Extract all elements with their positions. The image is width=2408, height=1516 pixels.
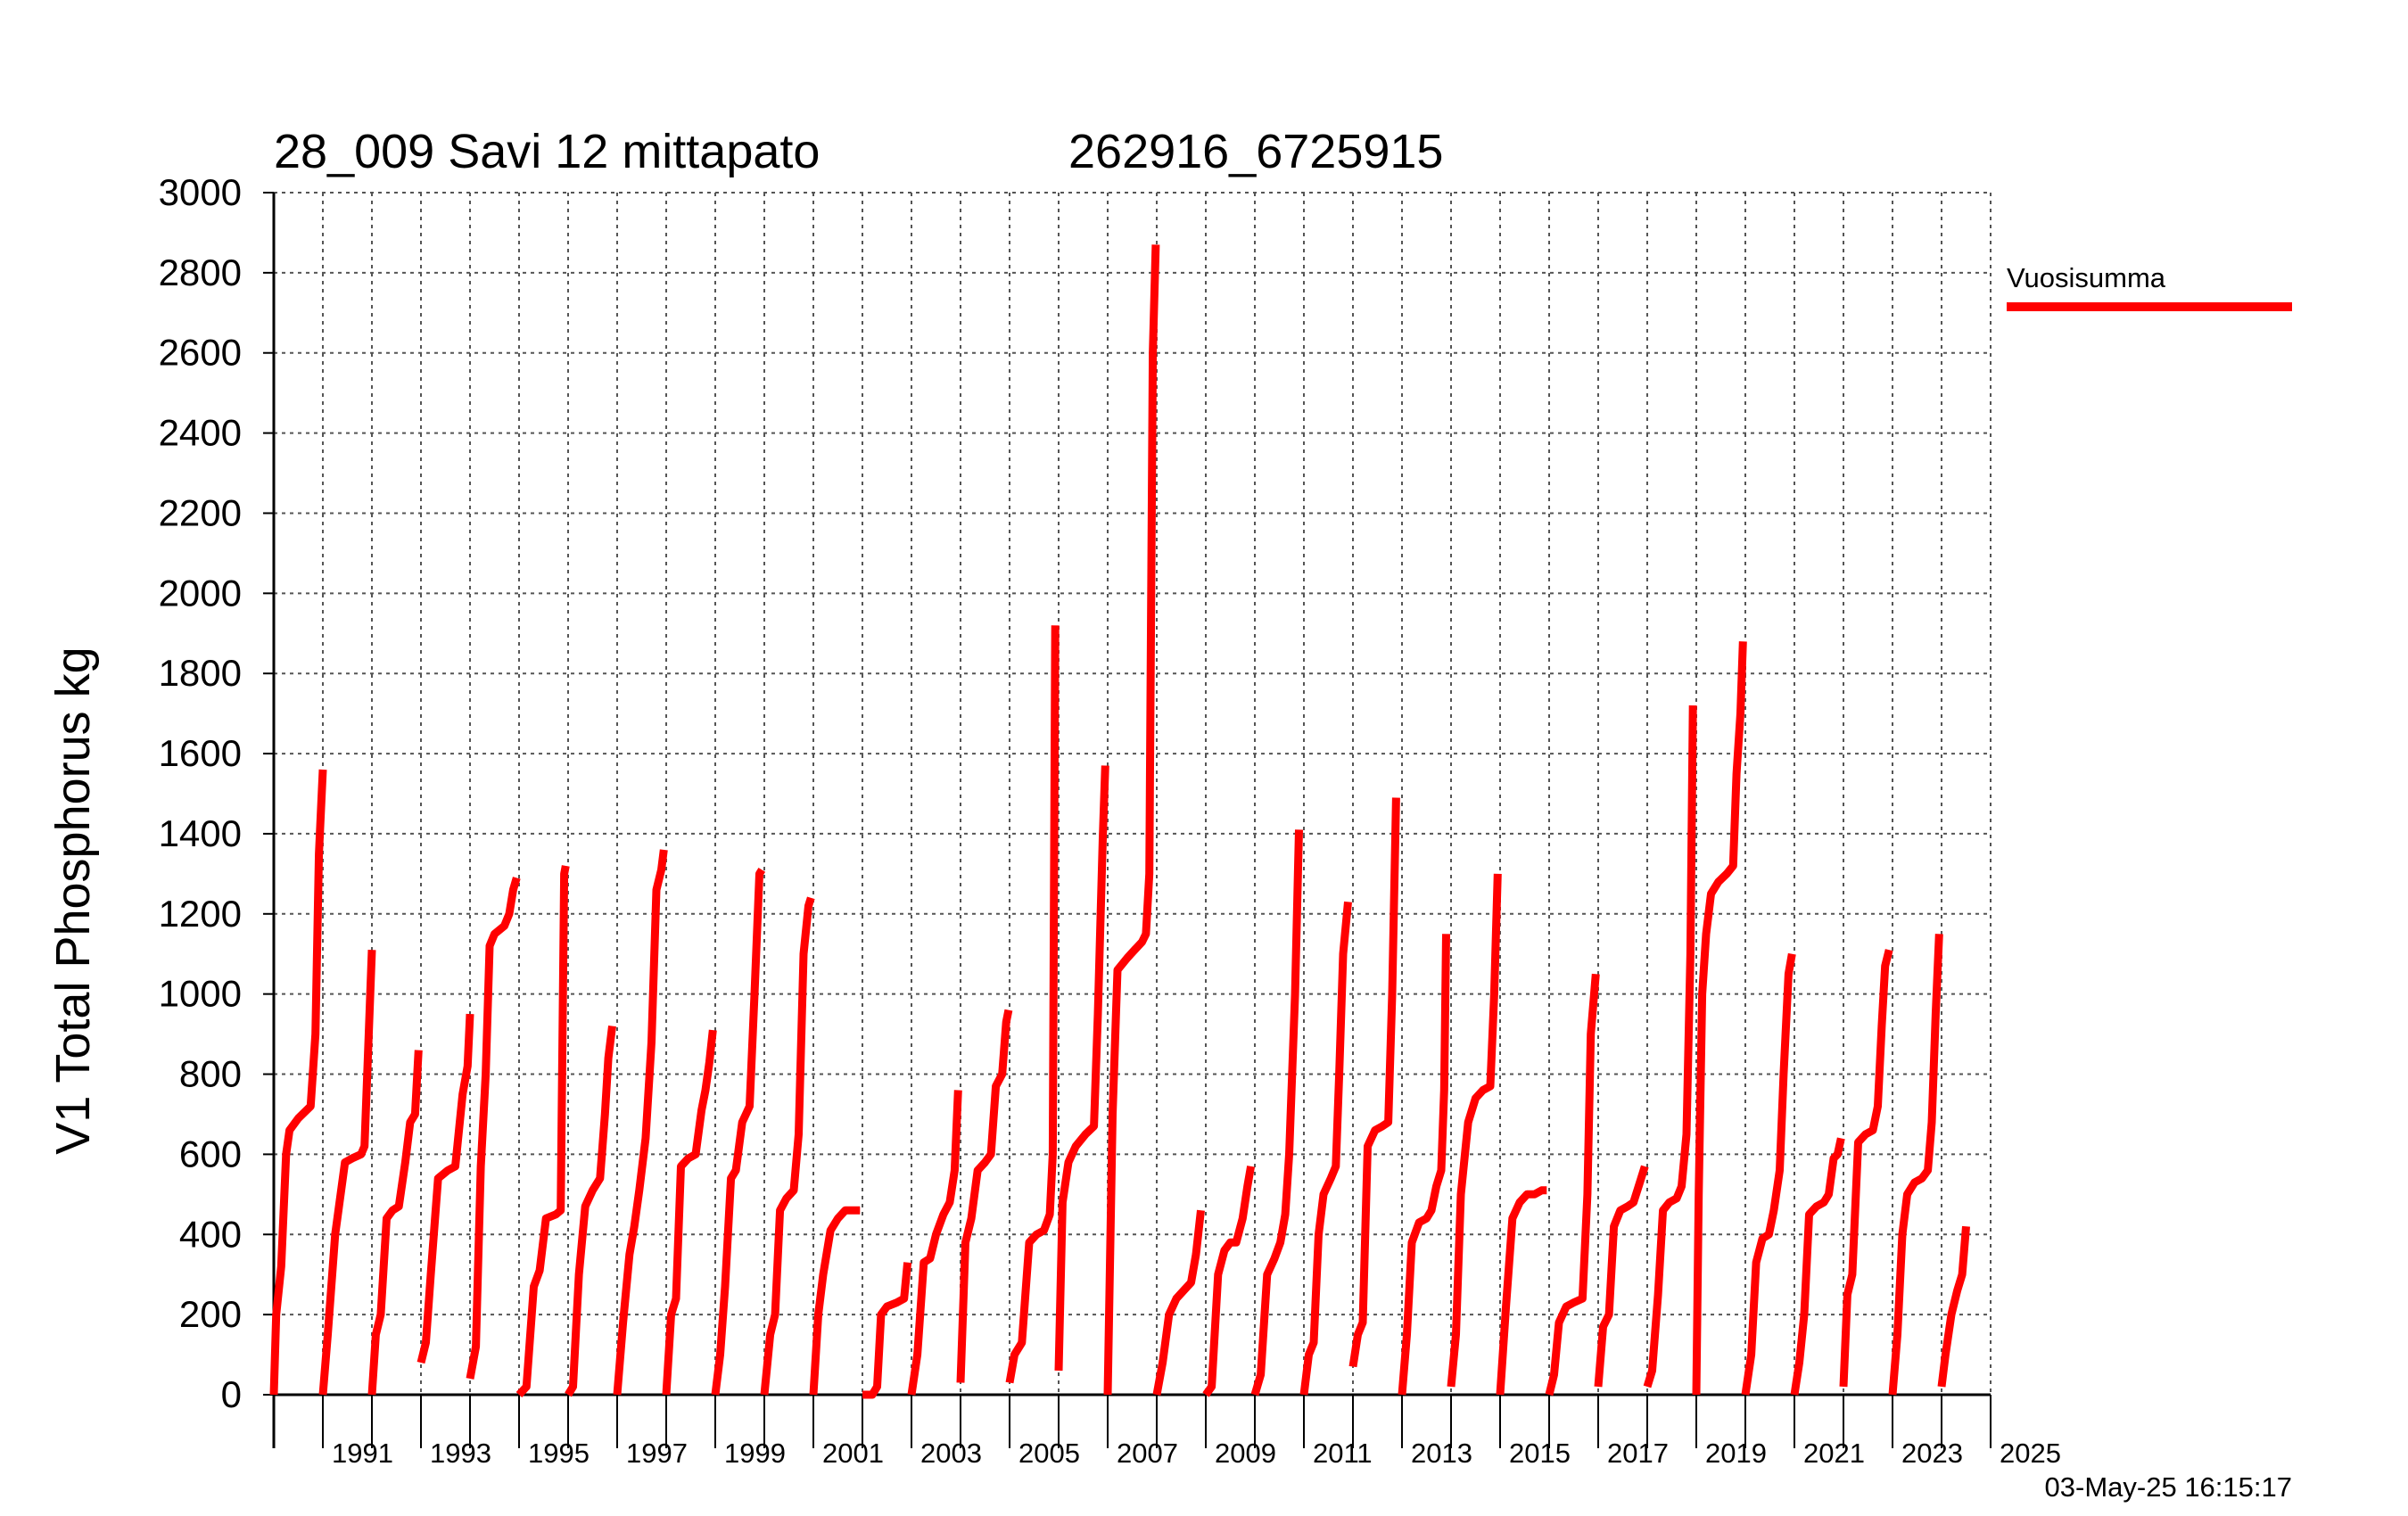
series-line-2021 (1790, 1137, 1845, 1396)
y-tick-label: 1600 (159, 732, 242, 774)
series-line-2002 (862, 1262, 912, 1399)
y-tick-label: 1000 (159, 973, 242, 1015)
y-tick-label: 2600 (159, 332, 242, 374)
x-tick-label: 1997 (626, 1438, 688, 1469)
series-line-2000 (760, 896, 815, 1396)
y-tick-label: 2200 (159, 491, 242, 533)
series-line-2012 (1348, 797, 1400, 1368)
series-line-1993 (416, 1013, 474, 1364)
x-tick-label: 2005 (1018, 1438, 1080, 1469)
series-line-2014 (1447, 873, 1502, 1388)
x-tick-label: 2001 (822, 1438, 884, 1469)
series-line-2013 (1398, 934, 1450, 1396)
series-line-2007 (1103, 244, 1160, 1396)
series-line-1990 (269, 769, 327, 1396)
series-line-1997 (613, 849, 668, 1396)
x-tick-label: 2003 (920, 1438, 982, 1469)
series-line-2011 (1299, 901, 1352, 1396)
x-tick-labels: 1991 1993 1995 1997 1999 2001 2003 2005 2007 2009… (332, 1438, 2061, 1469)
x-tick-label: 2015 (1509, 1438, 1571, 1469)
legend-label-vuosisumma: Vuosisumma (2007, 262, 2166, 293)
y-tick-label: 1800 (159, 652, 242, 694)
series-line-2004 (956, 1009, 1013, 1383)
legend: Vuosisumma (2007, 262, 2292, 311)
series-line-2023 (1888, 934, 1943, 1396)
series-line-2022 (1839, 949, 1893, 1388)
series-line-2018 (1643, 705, 1697, 1388)
chart-title-right: 262916_6725915 (1068, 125, 1443, 178)
timestamp: 03-May-25 16:15:17 (2045, 1471, 2292, 1503)
x-tick-label: 2013 (1411, 1438, 1472, 1469)
series-line-2017 (1594, 1165, 1649, 1388)
series-line-1991 (318, 950, 376, 1396)
y-tick-label: 3000 (159, 171, 242, 213)
y-tick-label: 0 (221, 1373, 242, 1415)
series-line-1998 (662, 1029, 717, 1396)
series-line-2001 (809, 1206, 861, 1396)
y-tick-labels: 0 200 400 600 800 1000 1200 1400 1600 1800 2000 220… (159, 171, 242, 1415)
series-line-2020 (1741, 952, 1796, 1396)
series-line-1996 (565, 1026, 616, 1397)
series-line-1994 (466, 877, 521, 1380)
series-line-1992 (367, 1050, 423, 1396)
x-tick-label: 1993 (430, 1438, 491, 1469)
x-tick-label: 2009 (1215, 1438, 1276, 1469)
chart-area: 28_009 Savi 12 mittapato 262916_6725915 … (46, 125, 2292, 1503)
x-tick-label: 2019 (1705, 1438, 1767, 1469)
series-line-2015 (1496, 1186, 1547, 1396)
y-tick-label: 200 (179, 1293, 242, 1335)
y-tick-label: 2400 (159, 412, 242, 454)
y-axis-label: V1 Total Phosphorus kg (46, 647, 100, 1154)
series-line-2009 (1202, 1166, 1256, 1397)
x-tick-label: 1991 (332, 1438, 393, 1469)
y-tick-label: 400 (179, 1213, 242, 1255)
y-tick-label: 800 (179, 1053, 242, 1095)
series-line-2016 (1545, 973, 1600, 1397)
x-tick-label: 2025 (2000, 1438, 2061, 1469)
x-tick-label: 2021 (1803, 1438, 1865, 1469)
series-line-2024 (1937, 1225, 1970, 1388)
series-line-2003 (907, 1090, 962, 1396)
chart-title-left: 28_009 Savi 12 mittapato (274, 125, 820, 178)
x-tick-label: 2011 (1313, 1438, 1373, 1469)
y-tick-label: 2800 (159, 251, 242, 293)
x-tick-label: 1995 (528, 1438, 590, 1469)
series-line-2005 (1005, 625, 1060, 1384)
y-tick-label: 2000 (159, 572, 242, 614)
x-tick-label: 2023 (1901, 1438, 1963, 1469)
series-vuosisumma (269, 244, 1970, 1399)
series-line-2006 (1054, 765, 1109, 1372)
series-line-2008 (1152, 1209, 1205, 1396)
y-tick-label: 1400 (159, 812, 242, 854)
x-tick-label: 1999 (724, 1438, 786, 1469)
y-tick-label: 1200 (159, 893, 242, 935)
y-tick-label: 600 (179, 1133, 242, 1174)
series-line-1999 (711, 868, 766, 1396)
x-tick-label: 2017 (1607, 1438, 1669, 1469)
x-tick-label: 2007 (1117, 1438, 1178, 1469)
